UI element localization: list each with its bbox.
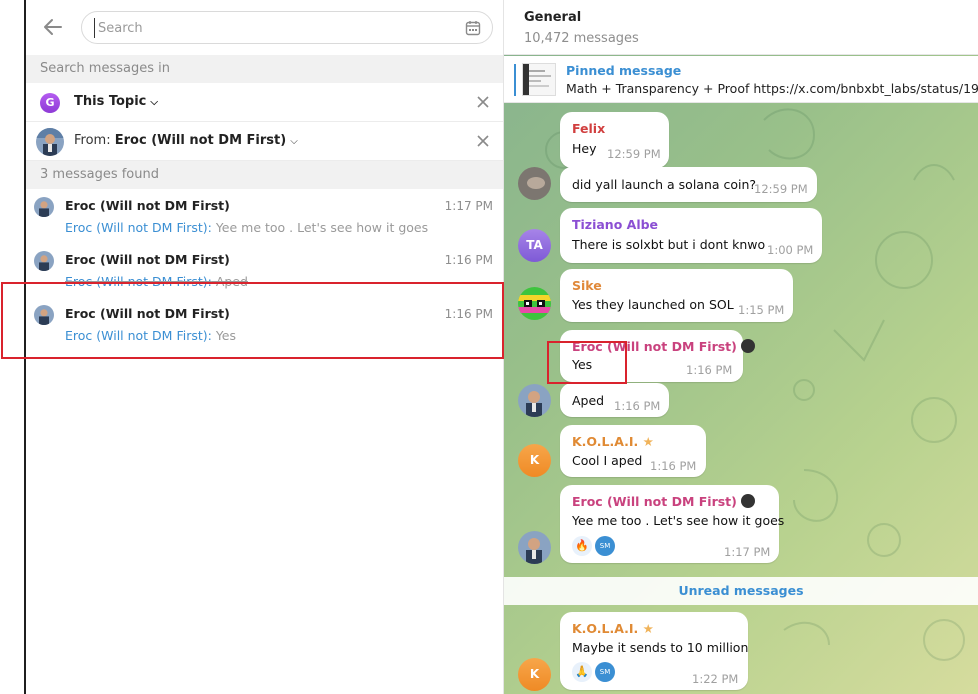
chat-header[interactable]: General 10,472 messages <box>504 0 978 55</box>
message-bubble[interactable]: Eroc (Will not DM First) Yee me too . Le… <box>560 485 784 563</box>
message-time: 1:16 PM <box>614 399 661 413</box>
search-result[interactable]: Eroc (Will not DM First) 1:17 PM Eroc (W… <box>26 189 503 243</box>
fire-reaction[interactable]: 🔥 <box>572 536 592 556</box>
message-bubble[interactable]: Aped 1:16 PM <box>560 383 669 417</box>
message-bubble[interactable]: K.O.L.A.I. ★ Cool I aped 1:16 PM <box>560 425 706 477</box>
search-input[interactable] <box>94 18 444 38</box>
chevron-down-icon: ⌵ <box>290 136 298 147</box>
message-bubble[interactable]: Tiziano Albe There is solxbt but i dont … <box>560 208 822 263</box>
message-sender: K.O.L.A.I. ★ <box>572 434 654 449</box>
search-topbar <box>26 0 503 55</box>
result-time: 1:17 PM <box>444 199 493 213</box>
search-in-section: Search messages in <box>26 55 503 83</box>
topic-filter-label[interactable]: This Topic ⌵ <box>74 94 158 109</box>
result-sender: Eroc (Will not DM First) <box>65 252 230 267</box>
pinned-message-bar[interactable]: Pinned message Math + Transparency + Pro… <box>504 56 978 103</box>
message-sender: Felix <box>572 121 606 136</box>
avatar <box>518 167 551 200</box>
message-time: 1:16 PM <box>686 363 733 377</box>
message-text: Maybe it sends to 10 million <box>572 640 749 655</box>
result-sender: Eroc (Will not DM First) <box>65 306 230 321</box>
message-count: 10,472 messages <box>524 31 639 46</box>
result-time: 1:16 PM <box>444 253 493 267</box>
avatar <box>518 531 551 564</box>
avatar <box>34 305 54 325</box>
message-text: Hey <box>572 141 597 156</box>
dark-badge-icon <box>741 494 756 508</box>
message-sender: K.O.L.A.I. ★ <box>572 621 654 636</box>
message-time: 12:59 PM <box>754 182 808 196</box>
star-icon: ★ <box>642 621 654 636</box>
back-arrow-icon[interactable] <box>41 15 65 39</box>
message-text: did yall launch a solana coin? <box>572 177 757 192</box>
chat-title: General <box>524 10 582 25</box>
message-time: 1:16 PM <box>650 459 697 473</box>
result-snippet: Eroc (Will not DM First): Yes <box>65 328 236 343</box>
message-time: 1:22 PM <box>692 672 739 686</box>
calendar-icon[interactable] <box>465 20 481 36</box>
message-bubble[interactable]: did yall launch a solana coin? 12:59 PM <box>560 167 817 202</box>
avatar <box>518 287 551 320</box>
message-sender: Sike <box>572 278 602 293</box>
close-icon[interactable] <box>475 94 491 110</box>
result-snippet: Eroc (Will not DM First): Yee me too . L… <box>65 220 429 235</box>
from-filter-label[interactable]: From: Eroc (Will not DM First) ⌵ <box>74 133 298 148</box>
result-snippet: Eroc (Will not DM First): Aped <box>65 274 248 289</box>
chat-panel: General 10,472 messages Pinned message M… <box>504 0 978 694</box>
message-bubble[interactable]: K.O.L.A.I. ★ Maybe it sends to 10 millio… <box>560 612 748 690</box>
message-time: 1:17 PM <box>724 545 771 559</box>
message-bubble[interactable]: Felix Hey 12:59 PM <box>560 112 669 168</box>
search-result[interactable]: Eroc (Will not DM First) 1:16 PM Eroc (W… <box>26 243 503 297</box>
topic-avatar: G <box>40 93 60 113</box>
avatar: K <box>518 444 551 477</box>
message-text: There is solxbt but i dont knwo <box>572 237 766 252</box>
avatar <box>34 251 54 271</box>
pinned-thumbnail <box>522 63 556 96</box>
message-sender: Eroc (Will not DM First) <box>572 339 756 354</box>
message-text: Cool I aped <box>572 453 643 468</box>
search-box[interactable] <box>81 11 493 44</box>
avatar <box>34 197 54 217</box>
unread-messages-divider: Unread messages <box>504 577 978 605</box>
avatar <box>36 128 64 156</box>
avatar: TA <box>518 229 551 262</box>
close-icon[interactable] <box>475 133 491 149</box>
message-time: 12:59 PM <box>607 147 661 161</box>
search-result[interactable]: Eroc (Will not DM First) 1:16 PM Eroc (W… <box>26 297 503 351</box>
pinned-title: Pinned message <box>566 63 682 78</box>
message-bubble[interactable]: Eroc (Will not DM First) Yes 1:16 PM <box>560 330 756 382</box>
avatar <box>518 384 551 417</box>
chevron-down-icon: ⌵ <box>150 97 158 108</box>
pinned-text: Math + Transparency + Proof https://x.co… <box>566 81 978 96</box>
message-text: Yes they launched on SOL <box>572 297 734 312</box>
from-filter[interactable]: From: Eroc (Will not DM First) ⌵ <box>26 122 503 161</box>
reaction-user-avatar: SM <box>595 662 615 682</box>
message-bubble[interactable]: Sike Yes they launched on SOL 1:15 PM <box>560 269 793 322</box>
search-panel: Search messages in G This Topic⌵ From: E… <box>26 0 504 694</box>
message-text: Yee me too . Let's see how it goes <box>572 513 785 528</box>
result-sender: Eroc (Will not DM First) <box>65 198 230 213</box>
topic-filter[interactable]: G This Topic ⌵ <box>26 83 503 122</box>
message-text: Yes <box>572 357 593 372</box>
dark-badge-icon <box>741 339 756 353</box>
results-count: 3 messages found <box>26 161 503 189</box>
star-icon: ★ <box>642 434 654 449</box>
message-time: 1:15 PM <box>738 303 785 317</box>
avatar: K <box>518 658 551 691</box>
reaction-user-avatar: SM <box>595 536 615 556</box>
message-sender: Eroc (Will not DM First) <box>572 494 756 509</box>
app-window: Search messages in G This Topic⌵ From: E… <box>0 0 978 694</box>
pray-reaction[interactable]: 🙏 <box>572 662 592 682</box>
message-time: 1:00 PM <box>767 243 814 257</box>
pinned-indicator <box>514 64 516 96</box>
message-text: Aped <box>572 393 605 408</box>
message-sender: Tiziano Albe <box>572 217 659 232</box>
result-time: 1:16 PM <box>444 307 493 321</box>
